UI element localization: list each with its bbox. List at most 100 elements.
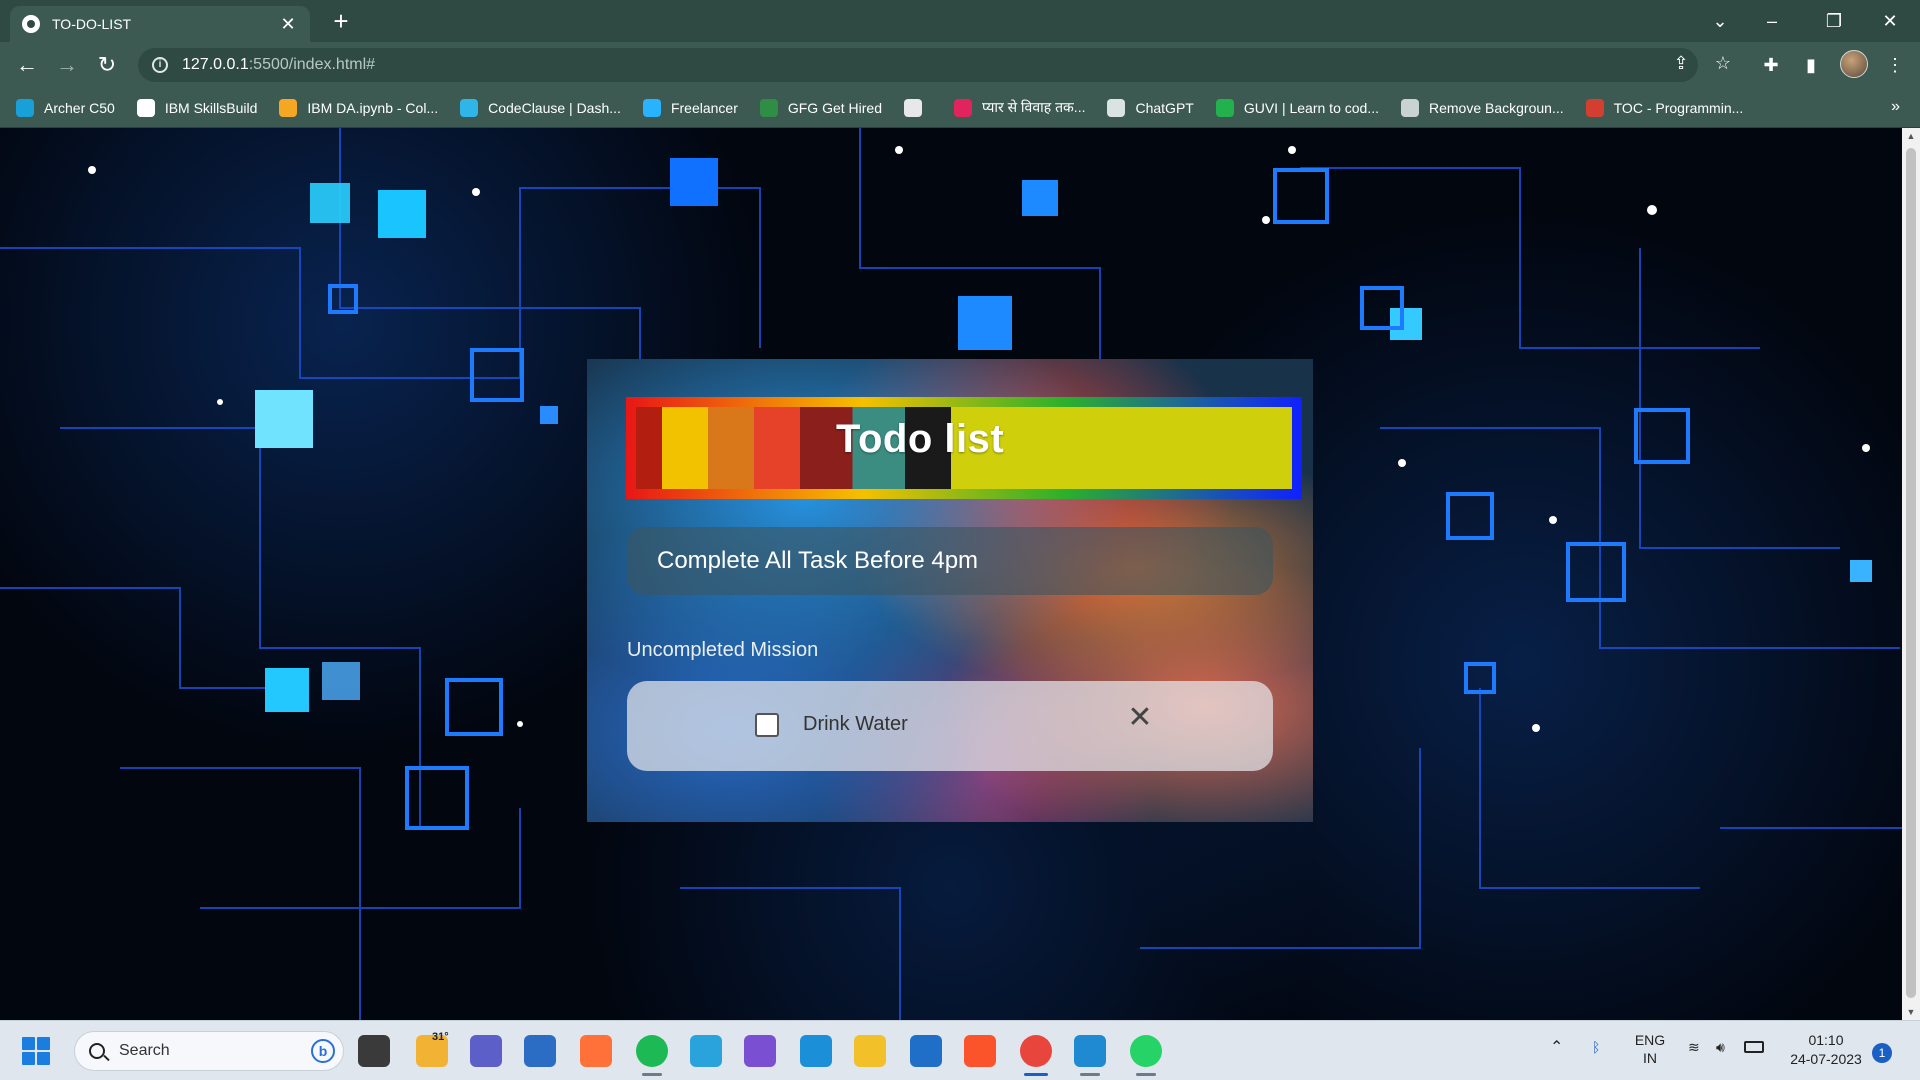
bookmark-favicon-icon [136,98,155,117]
todo-card: Todo list Uncompleted Mission Drink Wate… [587,359,1313,822]
new-task-input[interactable] [627,527,1273,595]
close-window-button[interactable]: ✕ [1870,6,1910,36]
address-bar[interactable]: i 127.0.0.1:5500/index.html# [138,48,1698,82]
back-arrow-icon[interactable]: ← [12,50,42,80]
bing-icon[interactable]: b [311,1039,335,1063]
notification-badge[interactable]: 1 [1872,1043,1892,1063]
spotify-app-icon[interactable] [636,1035,668,1067]
show-hidden-icons-chevron-icon[interactable]: ⌃ [1550,1037,1563,1057]
file-explorer-app-icon[interactable] [854,1035,886,1067]
page-scrollbar[interactable]: ▲ ▼ [1902,128,1920,1020]
bookmark-favicon-icon [954,98,972,117]
url-path: :5500/index.html# [248,56,376,73]
tab-search-chevron-icon[interactable]: ⌄ [1700,6,1740,36]
todo-title: Todo list [836,417,1005,461]
bookmarks-overflow-button[interactable]: » [1891,98,1900,116]
brave-app-icon[interactable] [964,1035,996,1067]
profile-avatar[interactable] [1840,50,1868,78]
task-checkbox[interactable] [755,713,779,737]
bookmark-label: IBM SkillsBuild [164,99,258,116]
language-code: ENG [1634,1032,1666,1048]
side-panel-icon[interactable]: ▮ [1796,50,1826,80]
language-indicator[interactable]: ENG IN [1632,1031,1668,1067]
uncompleted-section-label: Uncompleted Mission [627,639,819,661]
clock-date: 24-07-2023 [1790,1051,1862,1067]
bookmark-item[interactable]: प्यार से विवाह तक... [954,98,1085,117]
bookmark-label: Remove Backgroun... [1429,99,1564,116]
edge-app-icon[interactable] [800,1035,832,1067]
windows-start-icon[interactable] [22,1037,50,1065]
taskbar-search[interactable]: Search b [74,1031,344,1071]
bookmark-item[interactable]: ChatGPT [1107,98,1194,117]
bookmark-label: Freelancer [670,99,738,116]
bookmark-item[interactable]: IBM DA.ipynb - Col... [279,98,439,117]
meet-app-icon[interactable] [470,1035,502,1067]
bookmark-item[interactable]: GFG Get Hired [759,98,882,117]
bookmark-favicon-icon [16,98,34,117]
bookmark-label: GUVI | Learn to cod... [1243,99,1379,116]
chrome-app-icon[interactable] [1020,1035,1052,1067]
tab-title: TO-DO-LIST [52,16,132,32]
globe-icon [22,15,40,33]
bookmark-favicon-icon [904,98,922,117]
bookmark-item[interactable]: Freelancer [642,98,738,117]
bookmark-favicon-icon [1401,98,1419,117]
bookmark-item[interactable]: CodeClause | Dash... [460,98,621,117]
vscode-app-icon[interactable] [1074,1035,1106,1067]
running-indicator [642,1073,662,1076]
task-view-app-icon[interactable] [358,1035,390,1067]
bookmark-label: TOC - Programmin... [1613,99,1744,116]
store-app-icon[interactable] [524,1035,556,1067]
extensions-puzzle-icon[interactable]: ✚ [1756,50,1786,80]
bookmark-item[interactable]: Remove Backgroun... [1401,98,1564,117]
browser-toolbar: ← → ↻ i 127.0.0.1:5500/index.html# ⇪ ☆ ✚… [0,42,1920,88]
task-item: Drink Water ✕ [627,681,1273,771]
bookmark-favicon-icon [1107,98,1126,117]
firefox-app-icon[interactable] [580,1035,612,1067]
whatsapp-app-icon[interactable] [1130,1035,1162,1067]
bookmark-label: CodeClause | Dash... [488,99,621,116]
restore-button[interactable]: ❐ [1814,6,1854,36]
url-host: 127.0.0.1 [182,56,249,73]
weather-temperature: 31° [432,1031,449,1043]
reload-icon[interactable]: ↻ [92,50,122,80]
bookmark-item[interactable]: Archer C50 [16,98,115,117]
minimize-button[interactable]: – [1752,6,1792,36]
bookmark-star-icon[interactable]: ☆ [1710,50,1736,76]
scrollbar-thumb[interactable] [1906,148,1916,998]
task-text: Drink Water [803,713,908,735]
bookmark-item[interactable]: IBM SkillsBuild [136,98,258,117]
telegram-app-icon[interactable] [690,1035,722,1067]
bookmarks-bar: Archer C50 IBM SkillsBuild IBM DA.ipynb - … [0,88,1920,128]
bookmark-label: ChatGPT [1135,99,1194,116]
clipchamp-app-icon[interactable] [744,1035,776,1067]
close-tab-icon[interactable]: ✕ [278,14,298,35]
todo-title-banner: Todo list [636,407,1292,489]
bookmark-item[interactable]: GUVI | Learn to cod... [1215,98,1379,117]
bookmark-favicon-icon [642,98,661,117]
site-info-icon[interactable]: i [152,57,168,73]
new-tab-button[interactable]: + [326,6,356,36]
bookmark-item[interactable] [904,98,932,117]
running-indicator [1024,1073,1048,1076]
taskbar-search-placeholder: Search [119,1042,170,1059]
bookmark-favicon-icon [279,98,298,117]
bookmark-item[interactable]: TOC - Programmin... [1585,98,1744,117]
bookmark-label: Archer C50 [44,99,115,116]
volume-icon[interactable]: 🔊︎ [1716,1039,1725,1056]
scroll-down-icon[interactable]: ▼ [1902,1004,1920,1020]
browser-tab-active[interactable]: TO-DO-LIST ✕ [10,6,310,42]
chrome-menu-icon[interactable]: ⋮ [1880,50,1910,80]
clock-time: 01:10 [1808,1032,1844,1048]
share-icon[interactable]: ⇪ [1668,50,1694,76]
wifi-icon[interactable]: ≋ [1688,1039,1700,1056]
delete-task-icon[interactable]: ✕ [1125,703,1155,733]
forward-arrow-icon[interactable]: → [52,50,82,80]
bookmark-label: IBM DA.ipynb - Col... [307,99,439,116]
scroll-up-icon[interactable]: ▲ [1902,128,1920,144]
clock[interactable]: 01:10 24-07-2023 [1786,1031,1866,1069]
bookmark-label: GFG Get Hired [787,99,882,116]
mail-app-icon[interactable] [910,1035,942,1067]
battery-icon[interactable] [1744,1041,1764,1053]
bluetooth-icon[interactable]: ᛒ [1592,1039,1600,1055]
